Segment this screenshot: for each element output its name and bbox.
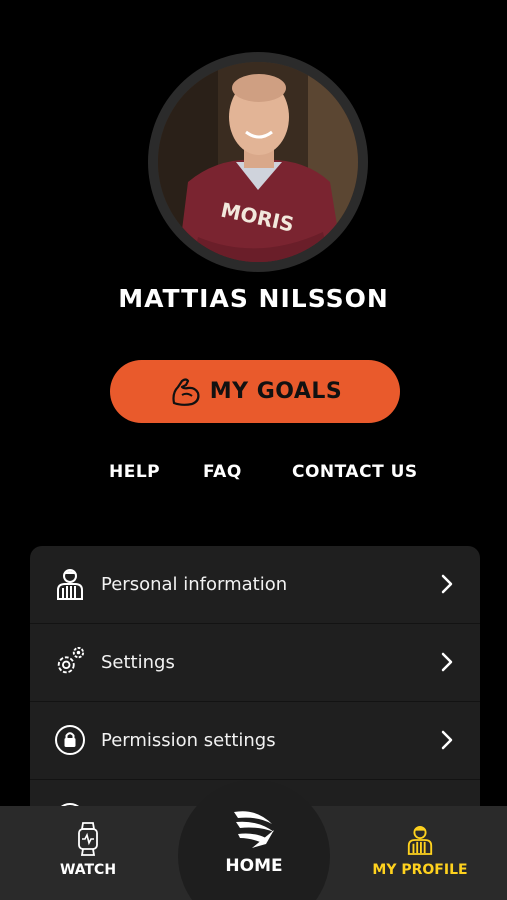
menu-item-label: Settings <box>101 652 175 673</box>
nav-label: HOME <box>225 856 283 876</box>
menu-item-label: Permission settings <box>101 730 276 751</box>
help-links: HELP FAQ CONTACT US <box>0 462 507 486</box>
avatar-photo: MORIS <box>158 62 358 262</box>
my-goals-button[interactable]: MY GOALS <box>110 360 400 423</box>
flexed-arm-icon <box>168 375 202 409</box>
nav-my-profile[interactable]: MY PROFILE <box>370 820 470 878</box>
help-link[interactable]: HELP <box>109 462 160 482</box>
nav-watch[interactable]: WATCH <box>56 820 120 878</box>
chevron-right-icon <box>441 574 453 594</box>
user-name: MATTIAS NILSSON <box>118 284 389 313</box>
menu-item-settings[interactable]: Settings <box>30 624 480 702</box>
gears-icon <box>54 646 86 678</box>
brand-logo-icon <box>232 802 276 850</box>
contact-us-link[interactable]: CONTACT US <box>292 462 418 482</box>
referee-person-icon <box>406 820 434 856</box>
nav-label: MY PROFILE <box>372 862 468 878</box>
chevron-right-icon <box>441 652 453 672</box>
nav-home[interactable]: HOME <box>204 802 304 876</box>
menu-item-personal-information[interactable]: Personal information <box>30 546 480 624</box>
avatar-frame: MORIS <box>148 52 368 272</box>
smartwatch-icon <box>77 820 99 856</box>
menu-item-permission-settings[interactable]: Permission settings <box>30 702 480 780</box>
my-goals-label: MY GOALS <box>209 379 343 404</box>
nav-label: WATCH <box>59 862 117 878</box>
faq-link[interactable]: FAQ <box>203 462 242 482</box>
chevron-right-icon <box>441 730 453 750</box>
menu-item-label: Personal information <box>101 574 288 595</box>
avatar[interactable]: MORIS <box>158 62 358 262</box>
lock-circle-icon <box>54 724 86 756</box>
profile-screen: MORIS MATTIAS NILSSON MY GOALS HELP FAQ … <box>0 0 507 900</box>
referee-person-icon <box>54 568 86 600</box>
